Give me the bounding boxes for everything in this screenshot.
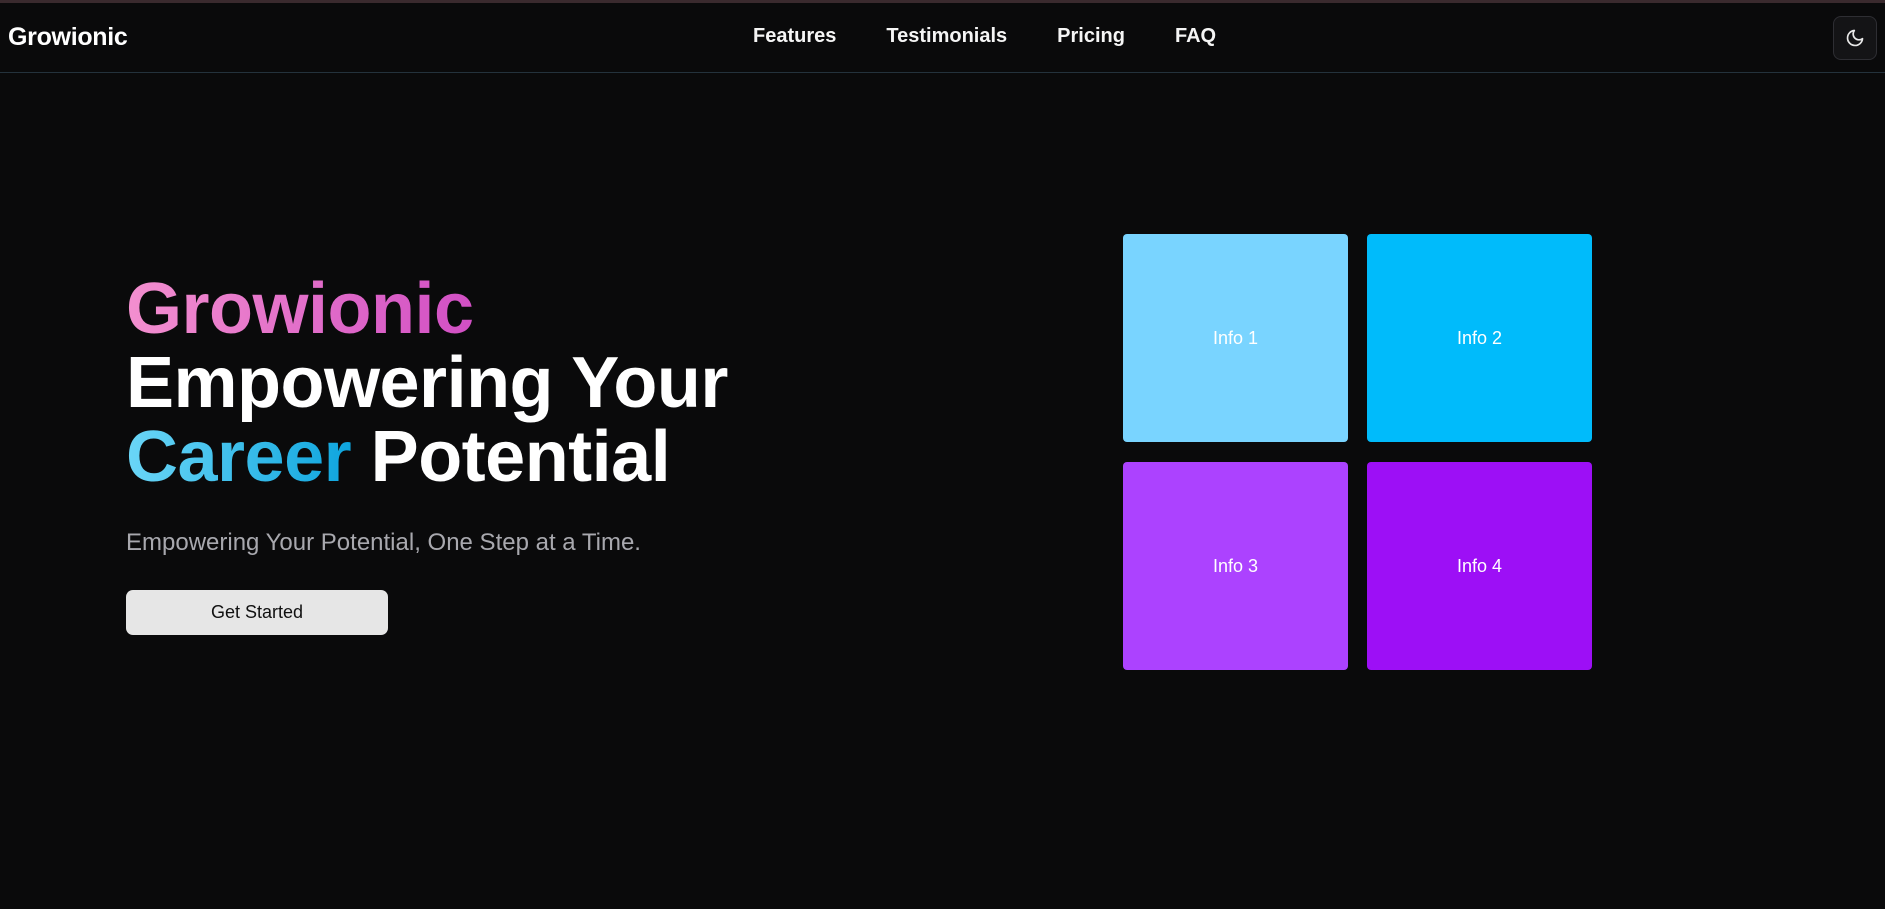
info-tile-3[interactable]: Info 3 bbox=[1123, 462, 1348, 670]
moon-icon bbox=[1846, 29, 1864, 47]
info-tile-2[interactable]: Info 2 bbox=[1367, 234, 1592, 442]
info-tile-label: Info 4 bbox=[1456, 555, 1503, 576]
main-nav: Features Testimonials Pricing FAQ bbox=[753, 25, 1216, 48]
info-tile-label: Info 1 bbox=[1212, 327, 1259, 348]
get-started-button[interactable]: Get Started bbox=[126, 590, 388, 635]
brand-logo[interactable]: Growionic bbox=[8, 23, 128, 52]
hero-subtitle: Empowering Your Potential, One Step at a… bbox=[126, 529, 641, 556]
hero-title-brand: Growionic bbox=[126, 269, 474, 349]
nav-link-features[interactable]: Features bbox=[753, 25, 836, 48]
hero-title-rest: Potential bbox=[351, 417, 671, 497]
hero-title-accent: Career bbox=[126, 417, 352, 497]
theme-toggle-button[interactable] bbox=[1833, 16, 1877, 60]
nav-link-pricing[interactable]: Pricing bbox=[1057, 25, 1125, 48]
nav-link-faq[interactable]: FAQ bbox=[1175, 25, 1216, 48]
info-tile-label: Info 2 bbox=[1456, 327, 1503, 348]
info-tile-4[interactable]: Info 4 bbox=[1367, 462, 1592, 670]
hero-title-line2: Empowering Your bbox=[126, 343, 728, 423]
nav-link-testimonials[interactable]: Testimonials bbox=[886, 25, 1007, 48]
hero-title: Growionic Empowering Your Career Potenti… bbox=[126, 272, 728, 494]
site-header: Growionic Features Testimonials Pricing … bbox=[0, 3, 1885, 73]
info-tile-1[interactable]: Info 1 bbox=[1123, 234, 1348, 442]
info-tile-label: Info 3 bbox=[1212, 555, 1259, 576]
